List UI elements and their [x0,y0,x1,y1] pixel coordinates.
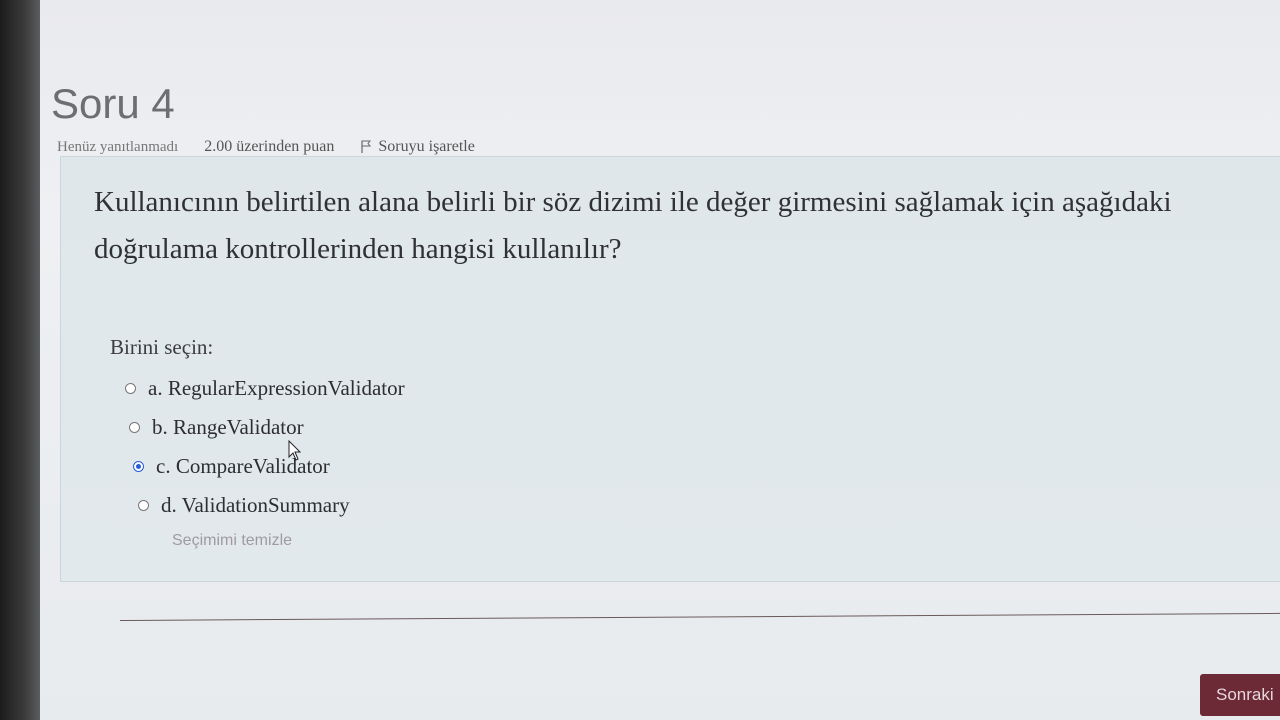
answer-label-d: d. ValidationSummary [161,493,350,517]
radio-button-d[interactable] [138,500,149,511]
answer-list: a. RegularExpressionValidator b. RangeVa… [125,369,405,525]
quiz-page: Soru 4 Henüz yanıtlanmadı 2.00 üzerinden… [40,0,1280,720]
section-divider [119,612,1280,621]
answer-option-b[interactable]: b. RangeValidator [129,408,405,447]
mouse-cursor-icon [288,440,302,461]
answer-label-c: c. CompareValidator [156,454,330,478]
radio-button-a[interactable] [125,383,136,394]
flag-icon [361,140,372,153]
answer-option-d[interactable]: d. ValidationSummary [138,486,405,525]
flag-question-link[interactable]: Soruyu işaretle [360,138,475,156]
question-text: Kullanıcının belirtilen alana belirli bi… [94,186,1172,265]
monitor-bezel [0,0,40,720]
answer-prompt: Birini seçin: [110,335,214,359]
answer-option-a[interactable]: a. RegularExpressionValidator [125,369,405,408]
question-info: Henüz yanıtlanmadı 2.00 üzerinden puan S… [57,138,475,156]
question-points: 2.00 üzerinden puan [204,138,335,155]
answer-option-c[interactable]: c. CompareValidator [133,447,405,486]
question-title: Soru 4 [51,80,175,127]
question-status: Henüz yanıtlanmadı [57,138,179,155]
next-page-button[interactable]: Sonraki [1200,674,1280,716]
radio-button-c[interactable] [133,461,144,472]
answer-label-b: b. RangeValidator [152,415,304,439]
question-content: Kullanıcının belirtilen alana belirli bi… [60,156,1280,582]
flag-question-label: Soruyu işaretle [378,138,475,155]
clear-selection-link[interactable]: Seçimimi temizle [172,532,292,550]
radio-button-b[interactable] [129,422,140,433]
answer-label-a: a. RegularExpressionValidator [148,376,405,400]
